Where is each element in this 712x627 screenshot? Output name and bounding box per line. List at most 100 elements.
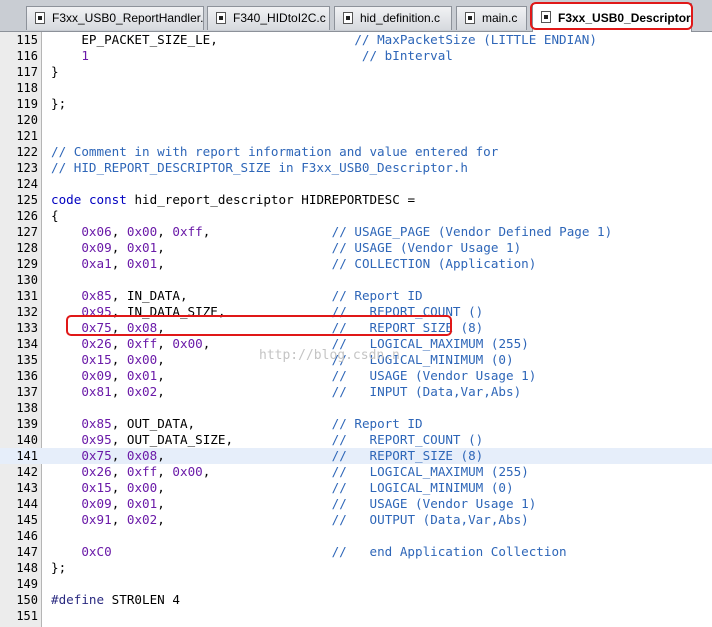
code-line[interactable]: 140 0x95, OUT_DATA_SIZE, // REPORT_COUNT… (0, 432, 712, 448)
line-code: 0x85, OUT_DATA, // Report ID (81, 416, 423, 431)
line-code: 0xa1, 0x01, // COLLECTION (Application) (81, 256, 537, 271)
code-line[interactable]: 119}; (0, 96, 712, 112)
code-line[interactable]: 142 0x26, 0xff, 0x00, // LOGICAL_MAXIMUM… (0, 464, 712, 480)
tab-main[interactable]: main.c (456, 6, 527, 30)
line-number: 120 (16, 113, 38, 127)
line-number: 130 (16, 273, 38, 287)
line-code: 0x75, 0x08, // REPORT_SIZE (8) (81, 320, 484, 335)
line-number: 134 (16, 337, 38, 351)
line-number: 119 (16, 97, 38, 111)
line-code: 0x06, 0x00, 0xff, // USAGE_PAGE (Vendor … (81, 224, 613, 239)
line-number: 142 (16, 465, 38, 479)
line-number: 126 (16, 209, 38, 223)
line-code: #define STR0LEN 4 (51, 592, 180, 607)
line-code: { (51, 208, 59, 223)
line-number: 138 (16, 401, 38, 415)
line-number: 146 (16, 529, 38, 543)
line-code: 0x09, 0x01, // USAGE (Vendor Usage 1) (81, 240, 522, 255)
code-line[interactable]: 138 (0, 400, 712, 416)
line-number: 139 (16, 417, 38, 431)
line-number: 129 (16, 257, 38, 271)
line-number: 127 (16, 225, 38, 239)
code-line[interactable]: 143 0x15, 0x00, // LOGICAL_MINIMUM (0) (0, 480, 712, 496)
code-line[interactable]: 125 code const hid_report_descriptor HIDR… (0, 192, 712, 208)
line-code: 0xC0 // end Application Collection (81, 544, 567, 559)
line-code: 0x85, IN_DATA, // Report ID (81, 288, 423, 303)
line-code: 0x15, 0x00, // LOGICAL_MINIMUM (0) (81, 352, 514, 367)
c-file-icon (216, 12, 226, 24)
line-number: 121 (16, 129, 38, 143)
code-line[interactable]: 132 0x95, IN_DATA_SIZE, // REPORT_COUNT … (0, 304, 712, 320)
code-line[interactable]: 145 0x91, 0x02, // OUTPUT (Data,Var,Abs) (0, 512, 712, 528)
line-number: 151 (16, 609, 38, 623)
line-code: 0x09, 0x01, // USAGE (Vendor Usage 1) (81, 496, 537, 511)
line-number: 149 (16, 577, 38, 591)
code-line[interactable]: 147 0xC0 // end Application Collection (0, 544, 712, 560)
code-line[interactable]: 133 0x75, 0x08, // REPORT_SIZE (8) (0, 320, 712, 336)
line-code: } (51, 64, 59, 79)
line-number: 141 (16, 449, 38, 463)
code-line[interactable]: 137 0x81, 0x02, // INPUT (Data,Var,Abs) (0, 384, 712, 400)
line-number: 144 (16, 497, 38, 511)
code-line[interactable]: 134 0x26, 0xff, 0x00, // LOGICAL_MAXIMUM… (0, 336, 712, 352)
code-line[interactable]: 128 0x09, 0x01, // USAGE (Vendor Usage 1… (0, 240, 712, 256)
line-number: 147 (16, 545, 38, 559)
line-number: 117 (16, 65, 38, 79)
code-line[interactable]: 151 (0, 608, 712, 624)
code-line[interactable]: 118 (0, 80, 712, 96)
line-number: 118 (16, 81, 38, 95)
code-line[interactable]: 115 EP_PACKET_SIZE_LE, // MaxPacketSize … (0, 32, 712, 48)
code-line[interactable]: 124 (0, 176, 712, 192)
line-number: 124 (16, 177, 38, 191)
line-code: }; (51, 96, 67, 111)
code-line[interactable]: 122 // Comment in with report information… (0, 144, 712, 160)
code-line[interactable]: 121 (0, 128, 712, 144)
line-code: // HID_REPORT_DESCRIPTOR_SIZE in F3xx_US… (51, 160, 469, 175)
code-line[interactable]: 146 (0, 528, 712, 544)
tab-f340-hidtoi2c[interactable]: F340_HIDtoI2C.c (207, 6, 330, 30)
c-file-icon (343, 12, 353, 24)
code-line[interactable]: 149 (0, 576, 712, 592)
line-number: 150 (16, 593, 38, 607)
code-line[interactable]: 148}; (0, 560, 712, 576)
code-line[interactable]: 116 1 // bInterval (0, 48, 712, 64)
line-number: 115 (16, 33, 38, 47)
code-line[interactable]: 129 0xa1, 0x01, // COLLECTION (Applicati… (0, 256, 712, 272)
line-code: 0x95, IN_DATA_SIZE, // REPORT_COUNT () (81, 304, 484, 319)
code-area[interactable]: 115 EP_PACKET_SIZE_LE, // MaxPacketSize … (0, 32, 712, 627)
tab-hid-definition[interactable]: hid_definition.c (334, 6, 452, 30)
code-line[interactable]: 135 0x15, 0x00, // LOGICAL_MINIMUM (0) (0, 352, 712, 368)
code-line[interactable]: 141 0x75, 0x08, // REPORT_SIZE (8) (0, 448, 712, 464)
tab-f3xx-usb0-reporthandler[interactable]: F3xx_USB0_ReportHandler.c (26, 6, 204, 30)
line-code: }; (51, 560, 67, 575)
line-number: 148 (16, 561, 38, 575)
line-code: 0x95, OUT_DATA_SIZE, // REPORT_COUNT () (81, 432, 484, 447)
code-line[interactable]: 126 { (0, 208, 712, 224)
line-number: 136 (16, 369, 38, 383)
code-line[interactable]: 127 0x06, 0x00, 0xff, // USAGE_PAGE (Ven… (0, 224, 712, 240)
line-number: 125 (16, 193, 38, 207)
code-line[interactable]: 136 0x09, 0x01, // USAGE (Vendor Usage 1… (0, 368, 712, 384)
line-code: code const hid_report_descriptor HIDREPO… (51, 192, 416, 207)
editor-tab-bar: F3xx_USB0_ReportHandler.c F340_HIDtoI2C.… (0, 0, 712, 32)
code-line[interactable]: 130 (0, 272, 712, 288)
code-editor[interactable]: 115 EP_PACKET_SIZE_LE, // MaxPacketSize … (0, 32, 712, 627)
line-number: 143 (16, 481, 38, 495)
code-line[interactable]: 120 (0, 112, 712, 128)
code-line[interactable]: 150 #define STR0LEN 4 (0, 592, 712, 608)
line-number: 133 (16, 321, 38, 335)
code-line[interactable]: 123 // HID_REPORT_DESCRIPTOR_SIZE in F3xx… (0, 160, 712, 176)
c-file-icon (541, 11, 551, 23)
tab-label: main.c (482, 11, 518, 25)
line-number: 122 (16, 145, 38, 159)
code-line[interactable]: 144 0x09, 0x01, // USAGE (Vendor Usage 1… (0, 496, 712, 512)
code-line[interactable]: 117} (0, 64, 712, 80)
line-number: 128 (16, 241, 38, 255)
tab-f3xx-usb0-descriptor[interactable]: F3xx_USB0_Descriptor.c (532, 3, 692, 32)
tab-label: F340_HIDtoI2C.c (233, 11, 326, 25)
line-code: 1 // bInterval (81, 48, 453, 63)
c-file-icon (35, 12, 45, 24)
code-line[interactable]: 131 0x85, IN_DATA, // Report ID (0, 288, 712, 304)
code-line[interactable]: 139 0x85, OUT_DATA, // Report ID (0, 416, 712, 432)
c-file-icon (465, 12, 475, 24)
